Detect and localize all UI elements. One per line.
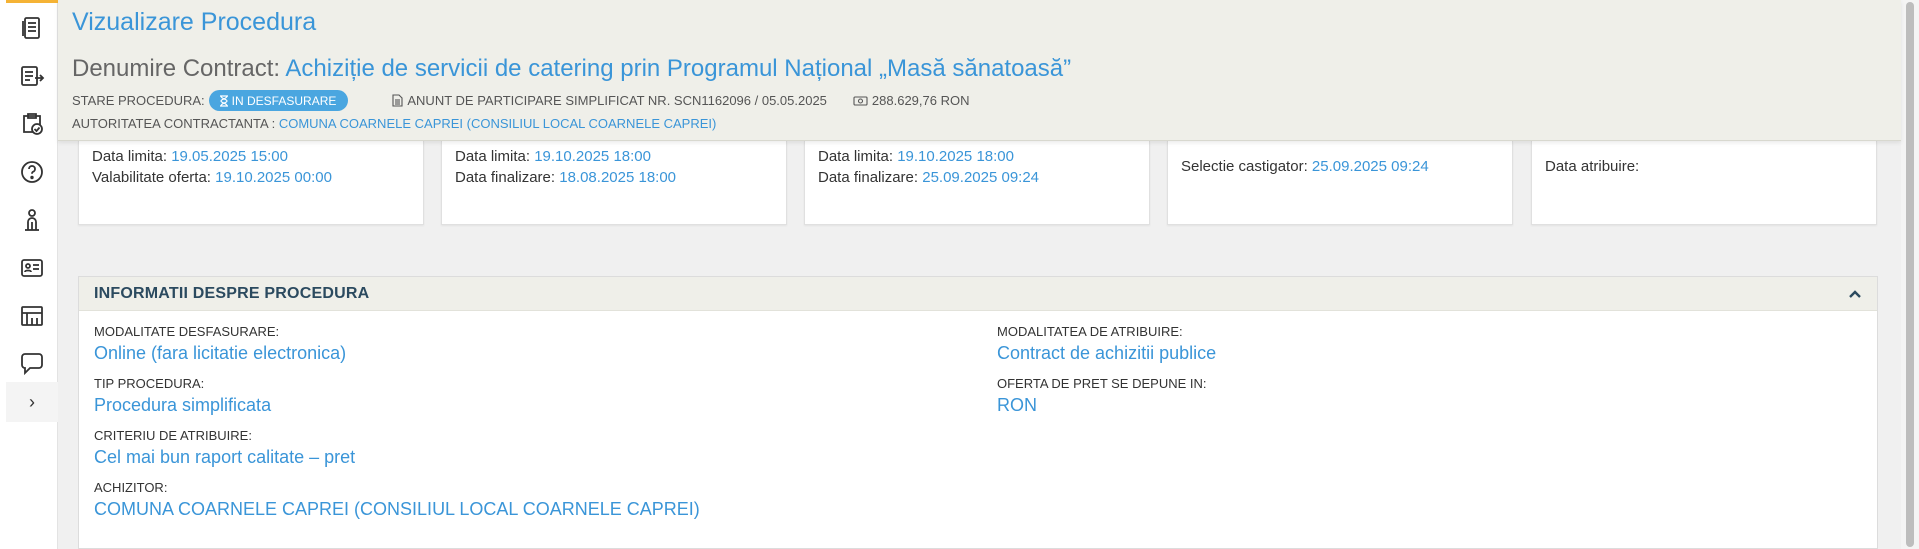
status-badge-text: IN DESFASURARE [231, 93, 337, 108]
contract-label: Denumire Contract: [72, 55, 281, 82]
chevron-right-icon: › [29, 391, 35, 412]
sidebar: › [0, 0, 58, 549]
panel-title: INFORMATII DESPRE PROCEDURA [94, 285, 370, 302]
field-achizitor: ACHIZITOR: COMUNA COARNELE CAPREI (CONSI… [94, 480, 700, 520]
autoritate-value: COMUNA COARNELE CAPREI (CONSILIUL LOCAL … [278, 116, 717, 131]
card-value: 19.10.2025 00:00 [215, 169, 332, 186]
procedure-header: Vizualizare Procedura Denumire Contract:… [58, 0, 1901, 141]
sidebar-item-id-card[interactable] [6, 244, 58, 292]
card-value: 25.09.2025 09:24 [922, 169, 1040, 186]
document-icon [22, 17, 40, 39]
stare-label: STARE PROCEDURA: [72, 93, 205, 108]
sidebar-item-ticket[interactable] [6, 292, 58, 340]
field-label: MODALITATE DESFASURARE: [94, 324, 280, 339]
card-label: Data finalizare: [455, 169, 556, 186]
value-currency: RON [940, 93, 970, 108]
field-criteriu-de-atribuire: CRITERIU DE ATRIBUIRE: Cel mai bun rapor… [94, 428, 355, 468]
field-label: TIP PROCEDURA: [94, 376, 205, 391]
field-value: Cel mai bun raport calitate – pret [94, 447, 356, 467]
field-value: Procedura simplificata [94, 395, 272, 415]
sidebar-item-export[interactable] [6, 52, 58, 100]
export-document-icon [21, 66, 45, 86]
hourglass-icon [219, 94, 228, 107]
contract-name: Denumire Contract: Achiziție de servicii… [72, 55, 1071, 83]
sidebar-item-help[interactable] [6, 148, 58, 196]
chevron-up-icon[interactable] [1847, 286, 1863, 302]
field-label: ACHIZITOR: [94, 480, 168, 495]
timeline-cards: Data limita: 19.05.2025 15:00 Valabilita… [78, 141, 1878, 225]
card-label: Data limita: [92, 148, 168, 165]
sidebar-item-document[interactable] [6, 4, 58, 52]
field-label: OFERTA DE PRET SE DEPUNE IN: [997, 376, 1207, 391]
timeline-card: Data limita: 19.10.2025 18:00 Data final… [804, 141, 1150, 225]
estimated-value: 288.629,76 RON [853, 93, 970, 108]
person-icon [25, 209, 39, 231]
field-oferta-de-pret: OFERTA DE PRET SE DEPUNE IN: RON [997, 376, 1207, 416]
field-value: Contract de achizitii publice [997, 343, 1217, 363]
status-row: STARE PROCEDURA: IN DESFASURARE ANUNT DE… [72, 90, 996, 111]
sidebar-item-person[interactable] [6, 196, 58, 244]
contracting-authority: AUTORITATEA CONTRACTANTA : COMUNA COARNE… [72, 116, 716, 131]
field-value: RON [997, 395, 1037, 415]
panel-header[interactable]: INFORMATII DESPRE PROCEDURA [79, 277, 1877, 311]
sidebar-item-clipboard[interactable] [6, 100, 58, 148]
timeline-card: Data limita: 19.05.2025 15:00 Valabilita… [78, 141, 424, 225]
field-value: COMUNA COARNELE CAPREI (CONSILIUL LOCAL … [94, 499, 700, 519]
field-label: MODALITATEA DE ATRIBUIRE: [997, 324, 1183, 339]
sidebar-item-chat[interactable] [6, 340, 58, 388]
card-value: 19.10.2025 18:00 [897, 148, 1014, 165]
card-label: Data finalizare: [818, 169, 919, 186]
status-badge: IN DESFASURARE [208, 90, 349, 111]
field-modalitate-desfasurare: MODALITATE DESFASURARE: Online (fara lic… [94, 324, 346, 364]
card-label: Data limita: [818, 148, 894, 165]
field-modalitatea-de-atribuire: MODALITATEA DE ATRIBUIRE: Contract de ac… [997, 324, 1216, 364]
autoritate-label: AUTORITATEA CONTRACTANTA : [72, 116, 276, 131]
contract-value: Achiziție de servicii de catering prin P… [285, 55, 1072, 82]
timeline-card: Data atribuire: [1531, 141, 1877, 225]
card-value: 18.08.2025 18:00 [559, 169, 677, 186]
scrollbar-thumb[interactable] [1906, 2, 1914, 547]
anunt-text: ANUNT DE PARTICIPARE SIMPLIFICAT NR. SCN… [407, 93, 827, 108]
procedure-info-panel: INFORMATII DESPRE PROCEDURA MODALITATE D… [78, 276, 1878, 549]
id-card-icon [21, 259, 43, 277]
page-title: Vizualizare Procedura [72, 8, 317, 36]
active-marker [6, 0, 58, 3]
card-label: Data limita: [455, 148, 531, 165]
ticket-icon [21, 306, 43, 326]
value-amount: 288.629,76 [871, 93, 937, 108]
anunt: ANUNT DE PARTICIPARE SIMPLIFICAT NR. SCN… [392, 93, 827, 108]
timeline-card: Selectie castigator: 25.09.2025 09:24 [1167, 141, 1513, 225]
card-label: Selectie castigator: [1181, 158, 1308, 175]
card-value: 25.09.2025 09:24 [1311, 158, 1429, 175]
card-label: Data atribuire: [1545, 158, 1640, 175]
card-value: 19.10.2025 18:00 [534, 148, 651, 165]
scrollbar[interactable] [1901, 0, 1919, 549]
money-icon [853, 95, 868, 106]
sidebar-expand-button[interactable]: › [6, 382, 58, 422]
card-value: 19.05.2025 15:00 [171, 148, 288, 165]
field-label: CRITERIU DE ATRIBUIRE: [94, 428, 252, 443]
timeline-card: Data limita: 19.10.2025 18:00 Data final… [441, 141, 787, 225]
help-icon [21, 161, 43, 183]
field-value: Online (fara licitatie electronica) [94, 343, 347, 363]
chat-icon [21, 353, 43, 376]
field-tip-procedura: TIP PROCEDURA: Procedura simplificata [94, 376, 271, 416]
file-icon [392, 94, 403, 107]
card-label: Valabilitate oferta: [92, 169, 211, 186]
clipboard-check-icon [23, 113, 43, 135]
